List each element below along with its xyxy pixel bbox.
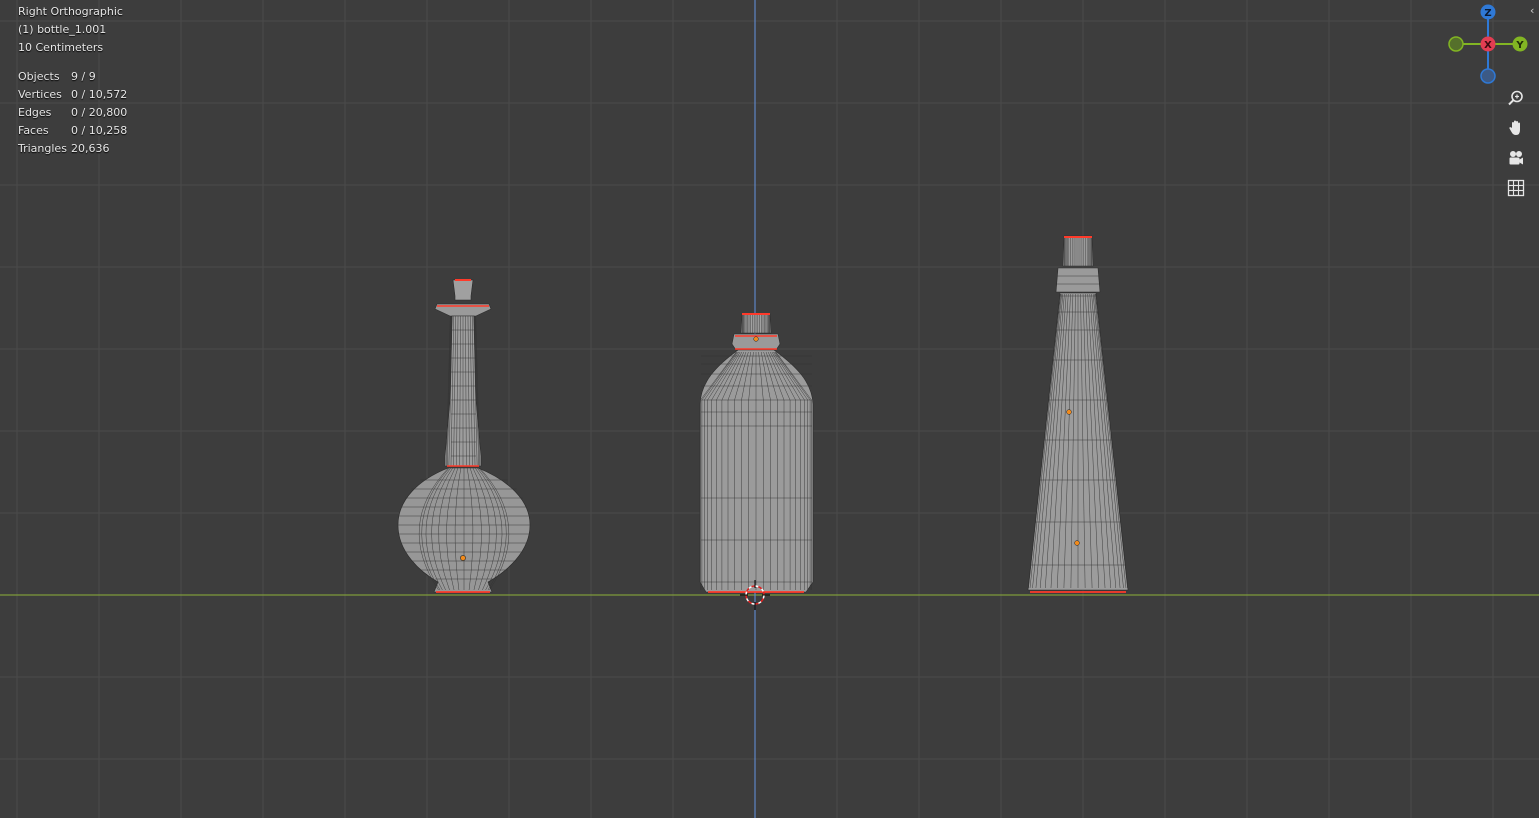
sidebar-toggle-icon[interactable]: ‹ <box>1530 4 1539 18</box>
origin-dot <box>460 555 466 561</box>
gizmo-neg-z-handle[interactable] <box>1480 68 1496 84</box>
ortho-grid-icon[interactable] <box>1503 175 1529 201</box>
stat-faces: Faces 0 / 10,258 <box>18 124 128 137</box>
navigation-gizmo[interactable]: Z Y X <box>1446 2 1530 86</box>
gizmo-y-handle[interactable]: Y <box>1512 36 1528 52</box>
scene-statistics: Objects 9 / 9 Vertices 0 / 10,572 Edges 0 /… <box>18 68 127 158</box>
gizmo-z-handle[interactable]: Z <box>1480 4 1496 20</box>
bottle-flask[interactable] <box>397 279 531 593</box>
stat-triangles: Triangles 20,636 <box>18 142 110 155</box>
gizmo-neg-y-handle[interactable] <box>1448 36 1464 52</box>
grid-scale-label: 10 Centimeters <box>18 41 104 54</box>
view-name: Right Orthographic <box>18 5 123 18</box>
pan-hand-icon[interactable] <box>1503 115 1529 141</box>
camera-view-icon[interactable] <box>1503 145 1529 171</box>
stat-objects: Objects 9 / 9 <box>18 70 96 83</box>
origin-dot <box>753 336 759 342</box>
gizmo-x-handle[interactable]: X <box>1480 36 1496 52</box>
svg-text:Z: Z <box>1484 8 1491 19</box>
stat-edges: Edges 0 / 20,800 <box>18 106 128 119</box>
stat-vertices: Vertices 0 / 10,572 <box>18 88 128 101</box>
zoom-icon[interactable] <box>1503 85 1529 111</box>
active-object-name: (1) bottle_1.001 <box>18 23 107 36</box>
grid-floor <box>0 0 1539 818</box>
svg-text:X: X <box>1484 40 1492 51</box>
origin-dot <box>1066 409 1072 415</box>
origin-dot <box>1074 540 1080 546</box>
viewport-info-overlay: Right Orthographic (1) bottle_1.001 10 C… <box>18 3 127 158</box>
svg-text:Y: Y <box>1515 40 1524 51</box>
bottle-cone[interactable] <box>1027 235 1129 593</box>
bottle-cylinder[interactable] <box>699 313 814 593</box>
3d-viewport[interactable]: Right Orthographic (1) bottle_1.001 10 C… <box>0 0 1539 818</box>
